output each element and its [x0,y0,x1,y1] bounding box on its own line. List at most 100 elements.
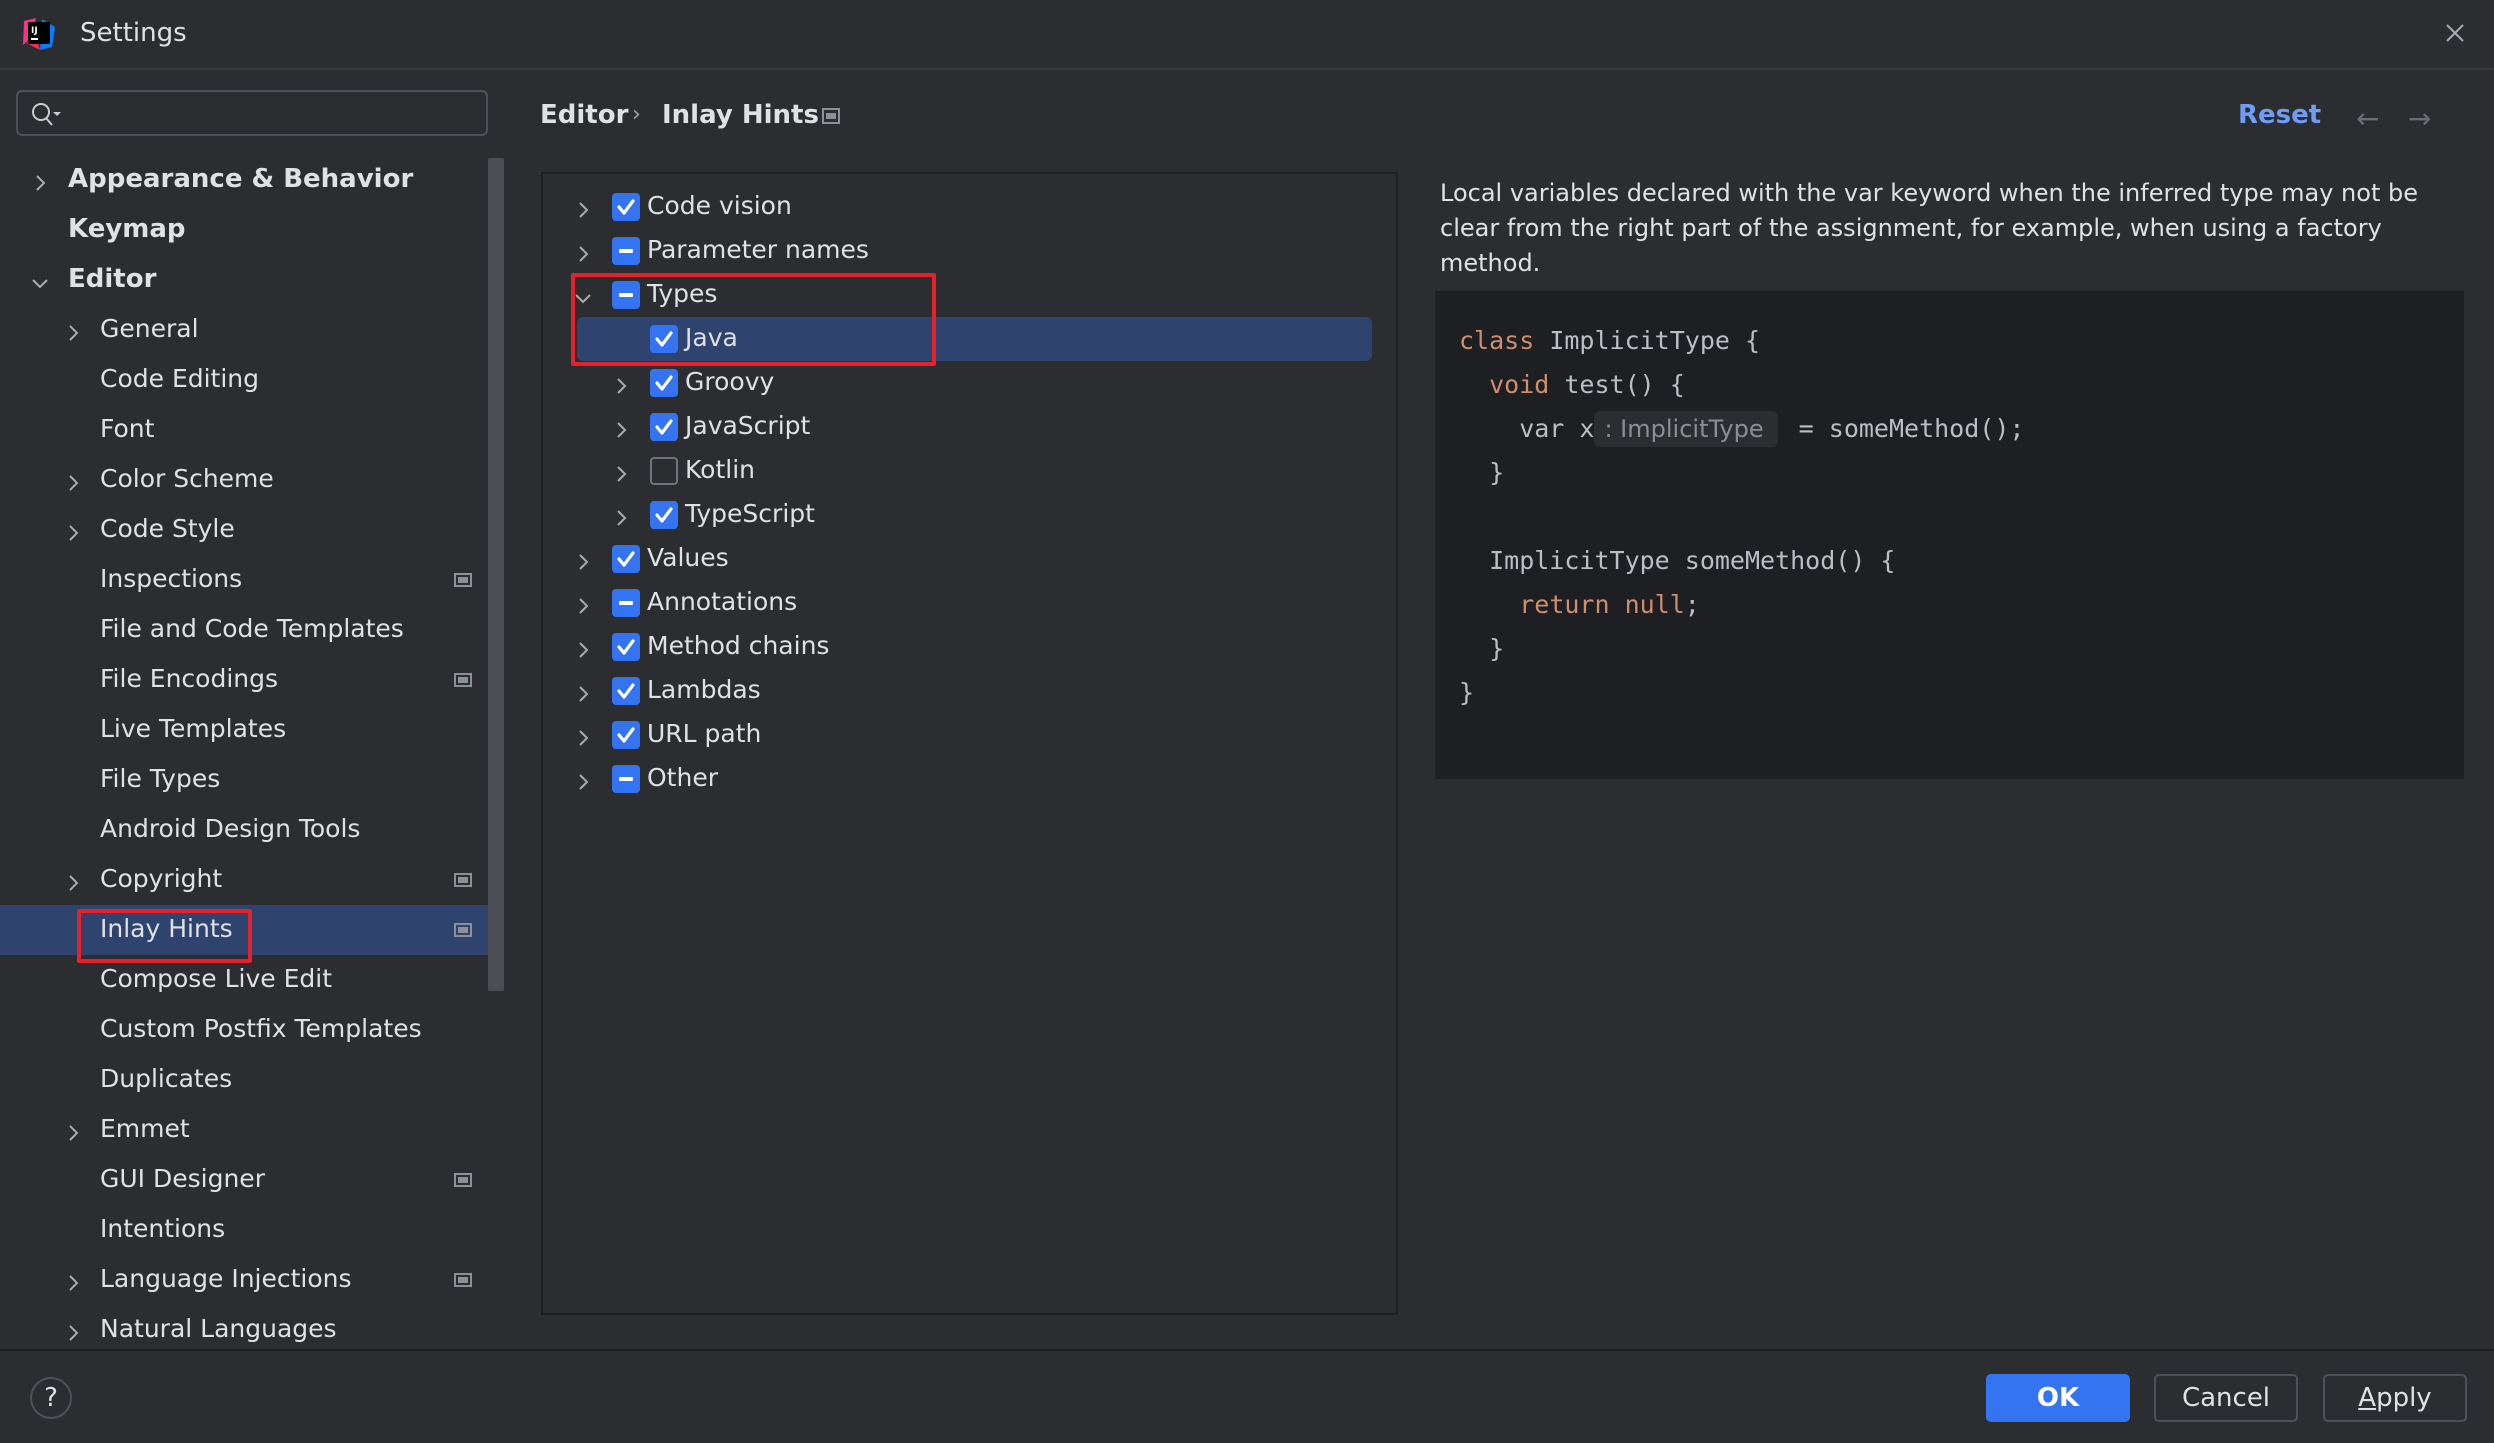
checkbox-checked[interactable] [612,721,640,749]
sidebar-item[interactable]: GUI Designer [0,1155,504,1205]
chevron-right-icon[interactable] [63,470,83,491]
sidebar-item[interactable]: Editor [0,255,504,305]
sidebar-item[interactable]: File Types [0,755,504,805]
sidebar-item[interactable]: File Encodings [0,655,504,705]
close-icon[interactable] [2440,18,2470,48]
sidebar-item[interactable]: Intentions [0,1205,504,1255]
back-arrow-icon[interactable]: ← [2356,102,2379,135]
search-input[interactable] [78,98,482,130]
chevron-right-icon[interactable] [63,520,83,541]
sidebar-item[interactable]: Compose Live Edit [0,955,504,1005]
hint-tree-item[interactable]: Parameter names [543,229,1396,273]
code-preview: class ImplicitType { void test() { var x… [1435,291,2464,779]
sidebar-item[interactable]: Emmet [0,1105,504,1155]
hint-tree-item-label: Values [647,543,729,572]
sidebar-item[interactable]: General [0,305,504,355]
code-line: } [1459,451,2024,495]
sidebar-item[interactable]: Code Style [0,505,504,555]
sidebar-item[interactable]: File and Code Templates [0,605,504,655]
code-text: ImplicitType someMethod() { [1459,546,1896,575]
chevron-right-icon[interactable] [573,681,593,702]
code-text: } [1459,634,1505,663]
help-button[interactable]: ? [30,1377,72,1419]
chevron-right-icon[interactable] [573,241,593,262]
hint-tree-item[interactable]: Kotlin [543,449,1396,493]
apply-button[interactable]: Apply [2323,1374,2467,1422]
sidebar-item[interactable]: Live Templates [0,705,504,755]
ok-button[interactable]: OK [1986,1374,2130,1422]
sidebar-item-label: Intentions [100,1214,226,1243]
cancel-button[interactable]: Cancel [2154,1374,2298,1422]
chevron-right-icon[interactable] [611,461,631,482]
checkbox-partial[interactable] [612,765,640,793]
sidebar-item-label: Android Design Tools [100,814,361,843]
sidebar-item[interactable]: Color Scheme [0,455,504,505]
sidebar-item[interactable]: Duplicates [0,1055,504,1105]
checkbox-partial[interactable] [612,281,640,309]
checkbox-partial[interactable] [612,589,640,617]
sidebar-item-label: Inlay Hints [100,914,233,943]
sidebar-item-label: Natural Languages [100,1314,337,1343]
apply-mnemonic: A [2358,1383,2377,1413]
chevron-right-icon[interactable] [573,593,593,614]
chevron-right-icon[interactable] [573,197,593,218]
chevron-right-icon[interactable] [63,1320,83,1341]
sidebar-item[interactable]: Android Design Tools [0,805,504,855]
checkbox-checked[interactable] [650,369,678,397]
checkbox-partial[interactable] [612,237,640,265]
chevron-right-icon[interactable] [63,320,83,341]
hint-tree-item[interactable]: URL path [543,713,1396,757]
settings-search[interactable] [16,90,488,136]
chevron-right-icon[interactable] [573,769,593,790]
hint-tree-item[interactable]: Method chains [543,625,1396,669]
hint-tree-item[interactable]: Other [543,757,1396,801]
sidebar-item[interactable]: Natural Languages [0,1305,504,1347]
checkbox-unchecked[interactable] [650,457,678,485]
sidebar-item[interactable]: Copyright [0,855,504,905]
sidebar-item[interactable]: Language Injections [0,1255,504,1305]
sidebar-item[interactable]: Inspections [0,555,504,605]
checkbox-checked[interactable] [650,413,678,441]
project-scope-icon [454,1173,472,1187]
hint-tree-item[interactable]: Code vision [543,185,1396,229]
chevron-right-icon[interactable] [611,505,631,526]
checkbox-checked[interactable] [612,633,640,661]
hint-tree-item[interactable]: Groovy [543,361,1396,405]
chevron-right-icon[interactable] [63,870,83,891]
chevron-right-icon[interactable] [611,373,631,394]
chevron-right-icon[interactable] [573,637,593,658]
chevron-right-icon[interactable] [63,1270,83,1291]
chevron-down-icon[interactable] [30,270,50,290]
chevron-right-icon[interactable] [573,549,593,570]
hint-tree-item[interactable]: Types [543,273,1396,317]
hint-tree-item[interactable]: Java [543,317,1396,361]
chevron-right-icon[interactable] [63,1120,83,1141]
chevron-right-icon[interactable] [611,417,631,438]
forward-arrow-icon[interactable]: → [2408,102,2431,135]
checkbox-checked[interactable] [650,325,678,353]
hint-tree-item[interactable]: Values [543,537,1396,581]
chevron-down-icon[interactable] [573,285,593,305]
sidebar-item[interactable]: Appearance & Behavior [0,155,504,205]
checkbox-checked[interactable] [650,501,678,529]
checkbox-checked[interactable] [612,545,640,573]
reset-button[interactable]: Reset [2238,100,2321,130]
hint-tree-item[interactable]: TypeScript [543,493,1396,537]
sidebar-item[interactable]: Inlay Hints [0,905,504,955]
sidebar-item[interactable]: Keymap [0,205,504,255]
sidebar-scrollbar[interactable] [488,158,504,991]
hint-tree-item[interactable]: JavaScript [543,405,1396,449]
chevron-right-icon[interactable] [573,725,593,746]
checkbox-checked[interactable] [612,677,640,705]
hint-tree-item[interactable]: Annotations [543,581,1396,625]
sidebar-item-label: General [100,314,199,343]
sidebar-item[interactable]: Code Editing [0,355,504,405]
settings-sidebar: Appearance & Behavior Keymap Editor General… [0,155,504,1347]
checkbox-checked[interactable] [612,193,640,221]
breadcrumb-parent[interactable]: Editor [540,100,628,130]
sidebar-item[interactable]: Custom Postfix Templates [0,1005,504,1055]
sidebar-item[interactable]: Font [0,405,504,455]
chevron-right-icon[interactable] [30,170,50,191]
hint-tree-item[interactable]: Lambdas [543,669,1396,713]
